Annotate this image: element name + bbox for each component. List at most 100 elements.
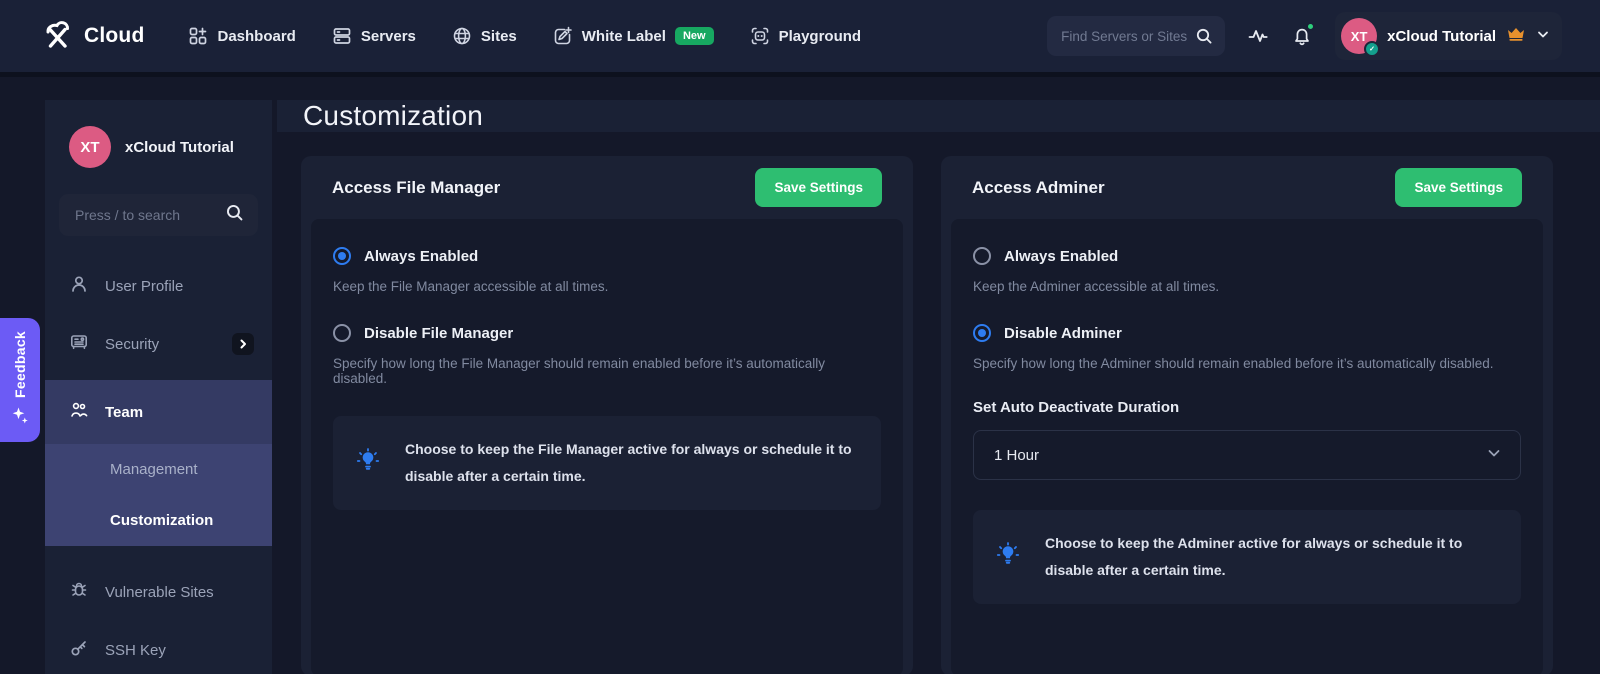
chevron-down-icon (1486, 445, 1502, 466)
option-description: Keep the Adminer accessible at all times… (973, 279, 1220, 294)
radio-always-enabled[interactable]: Always Enabled (333, 247, 881, 265)
user-menu[interactable]: XT ✓ xCloud Tutorial (1335, 12, 1562, 60)
card-header: Access File Manager Save Settings (301, 156, 913, 219)
tip-text: Choose to keep the File Manager active f… (405, 441, 852, 484)
sidebar-item-management[interactable]: Management (45, 444, 272, 495)
chevron-down-icon (1536, 27, 1550, 46)
radio-disable-file-manager[interactable]: Disable File Manager (333, 324, 881, 342)
avatar-initials: XT (1350, 28, 1368, 44)
global-search-input[interactable] (1061, 28, 1196, 44)
sidebar-item-label: SSH Key (105, 641, 166, 659)
dashboard-icon (188, 26, 208, 46)
sidebar-item-customization[interactable]: Customization (45, 495, 272, 546)
primary-nav: Dashboard Servers Sites White Label New … (188, 26, 1047, 46)
search-icon[interactable] (1195, 27, 1213, 45)
sidebar-item-team[interactable]: Team (45, 380, 272, 444)
radio-label: Disable Adminer (1004, 324, 1122, 342)
global-search[interactable] (1047, 16, 1226, 56)
save-settings-button[interactable]: Save Settings (1395, 168, 1522, 207)
nav-item-label: Dashboard (217, 27, 296, 45)
radio-icon[interactable] (973, 324, 991, 342)
bug-icon (69, 580, 89, 604)
sidebar-item-label: Team (105, 403, 144, 421)
option-description: Specify how long the Adminer should rema… (973, 356, 1494, 371)
sidebar-item-vulnerable-sites[interactable]: Vulnerable Sites (45, 568, 272, 616)
cards-row: Access File Manager Save Settings Always… (277, 132, 1600, 674)
tip-box: Choose to keep the Adminer active for al… (973, 510, 1521, 604)
card-title: Access Adminer (972, 177, 1105, 197)
radio-icon[interactable] (333, 247, 351, 265)
sidebar-item-user-profile[interactable]: User Profile (45, 262, 272, 310)
card-panel: Always Enabled Keep the File Manager acc… (311, 219, 903, 674)
radio-icon[interactable] (333, 324, 351, 342)
user-icon (69, 274, 89, 298)
nav-item-label: Servers (360, 27, 416, 45)
playground-icon (750, 26, 770, 46)
settings-sidebar: XT xCloud Tutorial User Profile (45, 100, 272, 674)
page-header: Customization (277, 100, 1600, 132)
radio-always-enabled[interactable]: Always Enabled (973, 247, 1521, 265)
nav-item-label: Playground (778, 27, 862, 45)
brand[interactable]: Cloud (40, 16, 144, 57)
duration-select[interactable]: 1 Hour (973, 430, 1521, 480)
notification-dot (1306, 22, 1316, 31)
activity-pulse-icon[interactable] (1247, 25, 1269, 47)
card-title: Access File Manager (332, 177, 501, 197)
page-body: XT xCloud Tutorial User Profile (0, 100, 1600, 674)
servers-icon (332, 26, 352, 46)
user-avatar: XT ✓ (1341, 18, 1381, 57)
nav-item-label: White Label (581, 27, 666, 45)
bulb-icon (995, 541, 1021, 573)
nav-item-dashboard[interactable]: Dashboard (188, 26, 296, 46)
sparkle-icon (11, 406, 29, 429)
search-icon[interactable] (225, 203, 244, 227)
access-file-manager-card: Access File Manager Save Settings Always… (301, 156, 913, 674)
key-icon (69, 638, 89, 662)
feedback-label: Feedback (12, 331, 28, 398)
sidebar-item-label: Vulnerable Sites (105, 583, 214, 601)
sidebar-nav: User Profile Security Team Management Cu… (45, 252, 272, 674)
expand-security-button[interactable] (232, 333, 254, 355)
radio-label: Disable File Manager (364, 324, 514, 342)
brand-name: Cloud (84, 24, 145, 47)
card-panel: Always Enabled Keep the Adminer accessib… (951, 219, 1543, 674)
nav-item-sites[interactable]: Sites (452, 26, 517, 46)
nav-item-servers[interactable]: Servers (332, 26, 416, 46)
crown-icon (1506, 25, 1526, 48)
sidebar-search[interactable] (59, 194, 258, 236)
user-name: xCloud Tutorial (1387, 27, 1496, 45)
sidebar-item-label: User Profile (105, 277, 184, 295)
sidebar-item-ssh-key[interactable]: SSH Key (45, 626, 272, 674)
team-icon (69, 400, 89, 424)
tip-box: Choose to keep the File Manager active f… (333, 416, 881, 510)
radio-disable-adminer[interactable]: Disable Adminer (973, 324, 1521, 342)
radio-icon[interactable] (973, 247, 991, 265)
tip-text: Choose to keep the Adminer active for al… (1045, 535, 1463, 578)
sidebar-item-label: Security (105, 335, 160, 353)
sidebar-avatar: XT (69, 126, 111, 168)
duration-label: Set Auto Deactivate Duration (973, 399, 1180, 416)
team-submenu: Management Customization (45, 444, 272, 546)
sidebar-item-security[interactable]: Security (45, 320, 272, 368)
navbar-right: XT ✓ xCloud Tutorial (1047, 12, 1562, 60)
new-badge: New (674, 27, 714, 45)
security-safe-icon (69, 332, 89, 356)
radio-label: Always Enabled (364, 247, 479, 265)
notifications-bell-icon[interactable] (1291, 22, 1316, 47)
save-settings-button[interactable]: Save Settings (755, 168, 882, 207)
card-header: Access Adminer Save Settings (941, 156, 1553, 219)
sidebar-profile-name: xCloud Tutorial (125, 138, 234, 156)
radio-label: Always Enabled (1004, 247, 1119, 265)
option-description: Specify how long the File Manager should… (333, 356, 826, 386)
sidebar-profile: XT xCloud Tutorial (45, 100, 272, 168)
sidebar-search-input[interactable] (75, 207, 225, 223)
top-navbar: Cloud Dashboard Servers Sites White Labe… (0, 0, 1600, 72)
duration-selected-value: 1 Hour (994, 446, 1040, 464)
bulb-icon (355, 447, 381, 479)
nav-item-white-label[interactable]: White Label New (553, 26, 714, 46)
nav-item-playground[interactable]: Playground (750, 26, 862, 46)
workspace-badge: ✓ (1364, 41, 1381, 57)
nav-item-label: Sites (480, 27, 517, 45)
white-label-icon (553, 26, 573, 46)
feedback-button[interactable]: Feedback (0, 318, 40, 442)
